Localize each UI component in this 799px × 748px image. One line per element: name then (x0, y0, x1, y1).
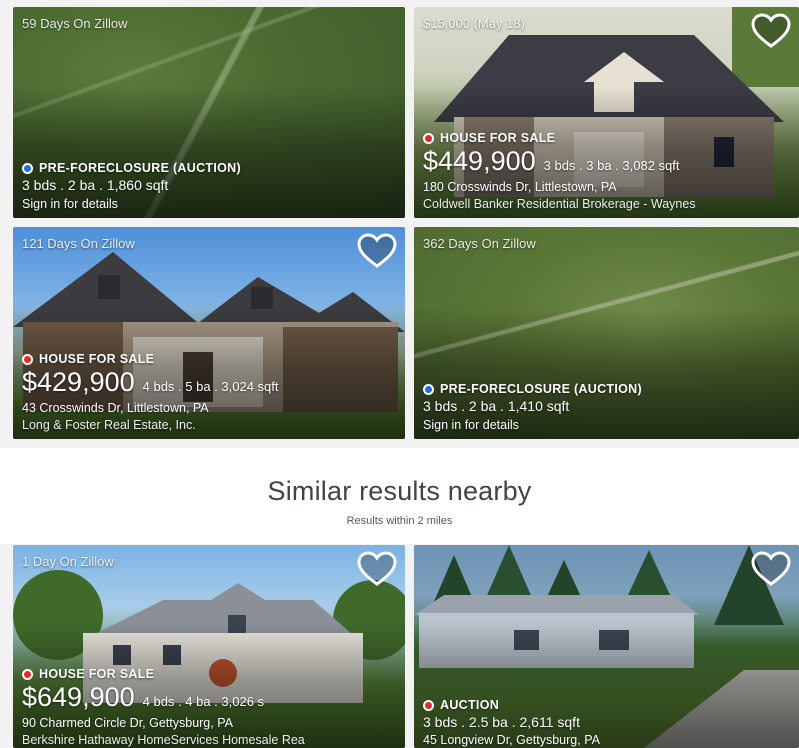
section-title: Similar results nearby (267, 476, 532, 506)
listing-specs: 4 bds . 4 ba . 3,026 s (142, 694, 265, 710)
days-on-zillow: 1 Day On Zillow (22, 554, 114, 569)
listing-status: HOUSE FOR SALE (22, 352, 399, 366)
similar-results-header: Similar results nearby Results within 2 … (0, 448, 799, 544)
listing-info: PRE-FORECLOSURE (AUCTION) 3 bds . 2 ba .… (423, 382, 793, 432)
listing-status: HOUSE FOR SALE (22, 667, 399, 681)
status-dot-icon (423, 699, 434, 711)
days-on-zillow: 362 Days On Zillow (423, 236, 536, 251)
listing-info: AUCTION 3 bds . 2.5 ba . 2,611 sqft 45 L… (423, 698, 793, 747)
listing-price: $449,900 (423, 146, 536, 177)
status-dot-icon (22, 668, 33, 680)
listing-broker: Berkshire Hathaway HomeServices Homesale… (22, 733, 305, 747)
listing-address[interactable]: 180 Crosswinds Dr, Littlestown, PA (423, 180, 793, 194)
listing-card-6[interactable]: AUCTION 3 bds . 2.5 ba . 2,611 sqft 45 L… (414, 545, 799, 748)
listing-card-4[interactable]: 362 Days On Zillow PRE-FORECLOSURE (AUCT… (414, 227, 799, 439)
listing-status: AUCTION (423, 698, 793, 712)
sign-in-link[interactable]: Sign in for details (423, 418, 793, 432)
listing-price: $429,900 (22, 367, 135, 398)
status-label: HOUSE FOR SALE (39, 667, 155, 682)
listing-card-3[interactable]: 121 Days On Zillow HOUSE FOR SALE $429,9… (13, 227, 405, 439)
listing-specs: 4 bds . 5 ba . 3,024 sqft (142, 379, 279, 395)
days-on-zillow: 121 Days On Zillow (22, 236, 135, 251)
favorite-heart-icon[interactable] (751, 551, 791, 587)
listing-address[interactable]: 90 Charmed Circle Dr, Gettysburg, PA (22, 716, 399, 730)
listing-info: HOUSE FOR SALE $429,900 4 bds . 5 ba . 3… (22, 352, 399, 432)
listing-card-1[interactable]: 59 Days On Zillow PRE-FORECLOSURE (AUCTI… (13, 7, 405, 218)
status-label: PRE-FORECLOSURE (AUCTION) (39, 161, 241, 175)
status-label: AUCTION (440, 698, 500, 712)
listings-page: 59 Days On Zillow PRE-FORECLOSURE (AUCTI… (0, 0, 799, 748)
listing-status: PRE-FORECLOSURE (AUCTION) (22, 161, 399, 175)
price-change-note: $15,000 (May 18) (423, 16, 525, 31)
listing-address[interactable]: 45 Longview Dr, Gettysburg, PA (423, 733, 793, 747)
status-dot-icon (423, 383, 434, 395)
sign-in-link[interactable]: Sign in for details (22, 197, 399, 211)
listing-specs: 3 bds . 3 ba . 3,082 sqft (543, 158, 680, 174)
listing-specs: 3 bds . 2 ba . 1,410 sqft (423, 398, 570, 414)
listing-broker: Coldwell Banker Residential Brokerage - … (423, 197, 696, 211)
favorite-heart-icon[interactable] (751, 13, 791, 49)
listing-broker: Long & Foster Real Estate, Inc. (22, 418, 196, 432)
days-on-zillow: 59 Days On Zillow (22, 16, 128, 31)
listing-info: PRE-FORECLOSURE (AUCTION) 3 bds . 2 ba .… (22, 161, 399, 211)
listing-address[interactable]: 43 Crosswinds Dr, Littlestown, PA (22, 401, 399, 415)
listing-status: PRE-FORECLOSURE (AUCTION) (423, 382, 793, 396)
listing-specs: 3 bds . 2.5 ba . 2,611 sqft (423, 714, 580, 730)
status-dot-icon (423, 132, 434, 144)
listing-specs: 3 bds . 2 ba . 1,860 sqft (22, 177, 169, 193)
status-label: PRE-FORECLOSURE (AUCTION) (440, 382, 642, 396)
listing-price: $649,900 (22, 682, 135, 713)
favorite-heart-icon[interactable] (357, 233, 397, 269)
status-label: HOUSE FOR SALE (39, 352, 155, 367)
listing-info: HOUSE FOR SALE $649,900 4 bds . 4 ba . 3… (22, 667, 399, 747)
status-dot-icon (22, 353, 33, 365)
status-label: HOUSE FOR SALE (440, 131, 556, 146)
listing-card-2[interactable]: $15,000 (May 18) HOUSE FOR SALE $449,900… (414, 7, 799, 218)
listing-card-5[interactable]: 1 Day On Zillow HOUSE FOR SALE $649,900 … (13, 545, 405, 748)
section-subtitle: Results within 2 miles (346, 515, 453, 527)
listing-status: HOUSE FOR SALE (423, 131, 793, 145)
status-dot-icon (22, 162, 33, 174)
favorite-heart-icon[interactable] (357, 551, 397, 587)
listing-info: HOUSE FOR SALE $449,900 3 bds . 3 ba . 3… (423, 131, 793, 211)
